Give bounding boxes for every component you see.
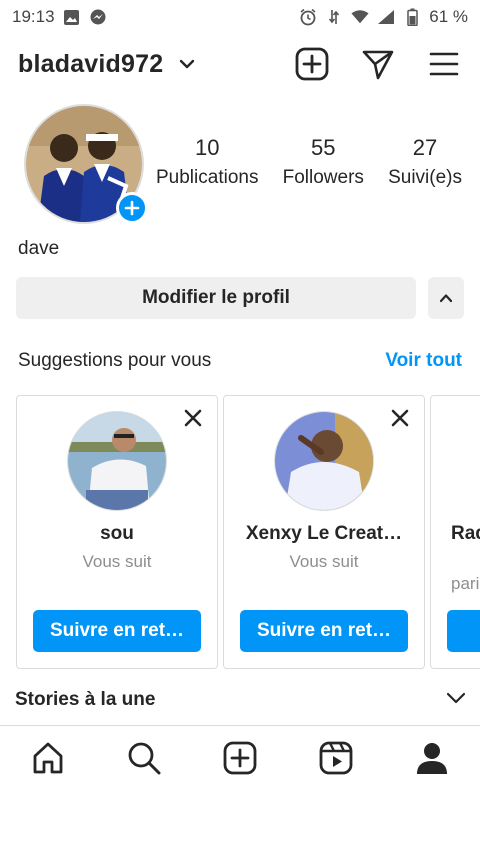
direct-messages-button[interactable] bbox=[360, 46, 396, 82]
toggle-suggestions-button[interactable] bbox=[428, 277, 464, 319]
create-post-button[interactable] bbox=[294, 46, 330, 82]
profile-actions: Modifier le profil bbox=[16, 277, 464, 319]
bottom-navigation bbox=[0, 725, 480, 789]
close-icon[interactable] bbox=[388, 406, 412, 430]
reels-icon bbox=[319, 741, 353, 774]
nav-reels[interactable] bbox=[316, 738, 356, 778]
suggestions-carousel[interactable]: sou Vous suit Suivre en ret… Xenxy Le Cr… bbox=[16, 395, 480, 669]
battery-icon bbox=[403, 8, 421, 26]
nav-home[interactable] bbox=[28, 738, 68, 778]
stat-followers[interactable]: 55 Followers bbox=[283, 134, 364, 192]
stat-label: Suivi(e)s bbox=[388, 167, 462, 188]
data-transfer-icon bbox=[325, 8, 343, 26]
see-all-link[interactable]: Voir tout bbox=[385, 350, 462, 372]
suggestion-subtitle: pari bbox=[451, 574, 480, 593]
follow-button[interactable] bbox=[447, 610, 480, 652]
profile-icon bbox=[417, 742, 447, 774]
stat-value: 27 bbox=[412, 135, 438, 160]
messenger-notification-icon bbox=[89, 8, 107, 26]
stat-value: 10 bbox=[194, 135, 220, 160]
close-icon[interactable] bbox=[181, 406, 205, 430]
suggestion-subtitle: Vous suit bbox=[289, 552, 359, 571]
follow-back-button[interactable]: Suivre en ret… bbox=[240, 610, 408, 652]
suggestion-name[interactable]: sou bbox=[27, 523, 207, 545]
profile-avatar[interactable] bbox=[24, 104, 148, 224]
nav-create[interactable] bbox=[220, 738, 260, 778]
suggestion-avatar[interactable] bbox=[67, 411, 167, 511]
profile-stats: 10 Publications 55 Followers 27 Suivi(e)… bbox=[156, 134, 462, 192]
suggestion-name[interactable]: Xenxy Le Creat… bbox=[234, 523, 414, 545]
chevron-down-icon[interactable] bbox=[445, 686, 467, 713]
highlights-title: Stories à la une bbox=[15, 688, 156, 710]
follow-back-button[interactable]: Suivre en ret… bbox=[33, 610, 201, 652]
nav-search[interactable] bbox=[124, 738, 164, 778]
stat-value: 55 bbox=[311, 135, 336, 160]
plus-square-icon bbox=[295, 47, 329, 81]
gallery-notification-icon bbox=[63, 8, 81, 26]
stat-label: Publications bbox=[156, 167, 259, 188]
wifi-icon bbox=[351, 8, 369, 26]
follow-back-label: Suivre en ret… bbox=[256, 620, 392, 641]
suggestions-header: Suggestions pour vous Voir tout bbox=[18, 350, 462, 372]
status-bar: 19:13 61 % bbox=[0, 0, 480, 34]
nav-profile[interactable] bbox=[412, 738, 452, 778]
paper-plane-icon bbox=[362, 50, 394, 80]
add-story-icon[interactable] bbox=[116, 192, 148, 224]
search-icon bbox=[128, 742, 161, 774]
suggestion-avatar[interactable] bbox=[274, 411, 374, 511]
signal-icon bbox=[377, 8, 395, 26]
edit-profile-button[interactable]: Modifier le profil bbox=[16, 277, 416, 319]
suggestion-subtitle: Vous suit bbox=[82, 552, 152, 571]
menu-button[interactable] bbox=[426, 46, 462, 82]
display-name: dave bbox=[18, 238, 60, 259]
follow-back-label: Suivre en ret… bbox=[49, 620, 185, 641]
suggestion-card: Xenxy Le Creat… Vous suit Suivre en ret… bbox=[223, 395, 425, 669]
status-time: 19:13 bbox=[12, 7, 55, 26]
chevron-down-icon[interactable] bbox=[177, 54, 197, 74]
stat-following[interactable]: 27 Suivi(e)s bbox=[388, 134, 462, 192]
stat-label: Followers bbox=[282, 167, 364, 188]
alarm-icon bbox=[299, 8, 317, 26]
suggestions-title: Suggestions pour vous bbox=[18, 350, 212, 371]
home-icon bbox=[33, 742, 63, 773]
chevron-up-icon bbox=[439, 294, 453, 303]
suggestion-card: Rad pari bbox=[430, 395, 480, 669]
stat-publications[interactable]: 10 Publications bbox=[156, 134, 258, 192]
suggestion-card: sou Vous suit Suivre en ret… bbox=[16, 395, 218, 669]
hamburger-menu-icon bbox=[429, 52, 459, 76]
plus-square-icon bbox=[223, 741, 257, 774]
highlights-row[interactable]: Stories à la une bbox=[15, 686, 467, 713]
username[interactable]: bladavid972 bbox=[18, 50, 163, 79]
battery-percentage: 61 % bbox=[429, 7, 468, 26]
profile-header: bladavid972 bbox=[0, 36, 480, 92]
suggestion-name[interactable]: Rad bbox=[451, 523, 480, 545]
